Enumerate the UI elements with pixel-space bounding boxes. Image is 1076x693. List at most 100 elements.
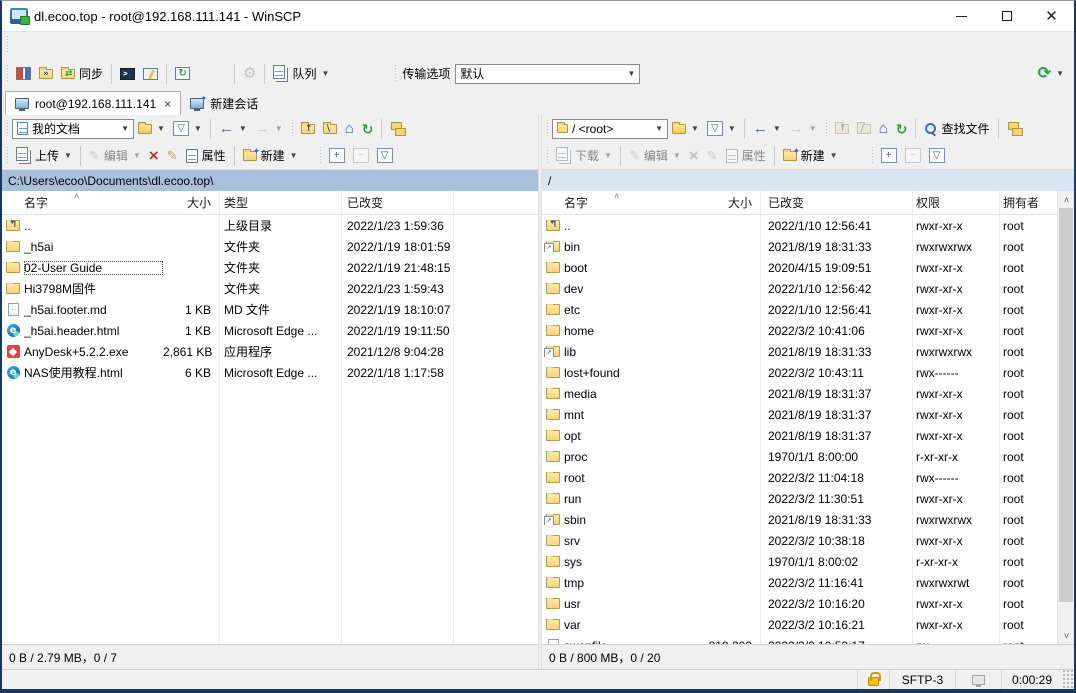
new-button[interactable]: ✦新建▼: [779, 144, 842, 167]
file-row[interactable]: _h5ai.header.html 1 KB Microsoft Edge ..…: [2, 320, 538, 341]
file-row[interactable]: mnt 2021/8/19 18:31:37 rwxr-xr-x root: [542, 404, 1057, 425]
menu-item[interactable]: [12, 32, 30, 58]
toolbar-gripper[interactable]: [824, 120, 829, 138]
toolbar-gripper[interactable]: [393, 65, 398, 83]
home-directory-button[interactable]: ⌂: [341, 118, 358, 139]
delete-button[interactable]: ×: [685, 146, 703, 165]
file-row[interactable]: run 2022/3/2 11:30:51 rwxr-xr-x root: [542, 488, 1057, 509]
file-row[interactable]: .. 2022/1/10 12:56:41 rwxr-xr-x root: [542, 215, 1057, 236]
new-session-tab[interactable]: 新建会话: [181, 91, 267, 115]
local-path-bar[interactable]: C:\Users\ecoo\Documents\dl.ecoo.top\: [2, 169, 538, 191]
toolbar-gripper[interactable]: [870, 147, 875, 165]
file-row[interactable]: var 2022/3/2 10:16:21 rwxr-xr-x root: [542, 614, 1057, 635]
file-row[interactable]: opt 2021/8/19 18:31:37 rwxr-xr-x root: [542, 425, 1057, 446]
select-files-button[interactable]: ▽: [925, 145, 949, 166]
synchronize-browsing-button[interactable]: »: [35, 66, 57, 82]
file-row[interactable]: bin 2021/8/19 18:31:33 rwxrwxrwx root: [542, 236, 1057, 257]
menu-item[interactable]: [120, 32, 138, 58]
column-header-type[interactable]: 类型: [219, 194, 341, 211]
find-files-button[interactable]: 查找文件: [920, 117, 993, 140]
open-terminal-button[interactable]: >: [116, 65, 139, 83]
parent-directory-button[interactable]: ↑: [297, 121, 319, 137]
remote-drive-select[interactable]: / <root>▼: [552, 119, 668, 139]
file-row[interactable]: 02-User Guide 文件夹 2022/1/19 21:48:15: [2, 257, 538, 278]
file-row[interactable]: Hi3798M固件 文件夹 2022/1/23 1:59:43: [2, 278, 538, 299]
toolbar-gripper[interactable]: [318, 147, 323, 165]
properties-button[interactable]: 属性: [182, 144, 230, 167]
select-button[interactable]: +: [325, 145, 349, 166]
open-putty-button[interactable]: [139, 65, 162, 83]
back-button[interactable]: ←▼: [749, 118, 785, 139]
toolbar-gripper[interactable]: [545, 147, 550, 165]
root-directory-button[interactable]: \: [319, 121, 341, 137]
back-button[interactable]: ←▼: [215, 118, 251, 139]
column-header-permissions[interactable]: 权限: [912, 194, 999, 211]
open-directory-button[interactable]: ▼: [668, 121, 703, 137]
parent-directory-button[interactable]: ↑: [831, 121, 853, 137]
remote-path-bar[interactable]: /: [542, 169, 1074, 191]
column-header-size[interactable]: 大小: [163, 194, 219, 211]
delete-button[interactable]: ×: [145, 146, 163, 165]
file-row[interactable]: sbin 2021/8/19 18:31:33 rwxrwxrwx root: [542, 509, 1057, 530]
file-row[interactable]: boot 2020/4/15 19:09:51 rwxr-xr-x root: [542, 257, 1057, 278]
scroll-up-icon[interactable]: ˄: [1058, 191, 1075, 208]
session-tab-active[interactable]: root@192.168.111.141 ×: [5, 91, 181, 115]
select-button[interactable]: +: [877, 145, 901, 166]
file-row[interactable]: NAS使用教程.html 6 KB Microsoft Edge ... 202…: [2, 362, 538, 383]
toolbar-gripper[interactable]: [5, 120, 10, 138]
file-row[interactable]: swapfile 819,200 2022/3/2 10:52:17 rw---…: [542, 635, 1057, 644]
home-directory-button[interactable]: ⌂: [875, 118, 892, 139]
tree-view-button[interactable]: [1003, 119, 1027, 139]
column-header-size[interactable]: 大小: [704, 194, 760, 211]
rename-button[interactable]: ✎: [163, 146, 182, 165]
edit-button[interactable]: ✎编辑▼: [625, 144, 685, 167]
edit-button[interactable]: ✎编辑▼: [85, 144, 145, 167]
filter-button[interactable]: ▽▼: [703, 118, 740, 139]
file-row[interactable]: sys 1970/1/1 8:00:02 r-xr-xr-x root: [542, 551, 1057, 572]
file-row[interactable]: usr 2022/3/2 10:16:20 rwxr-xr-x root: [542, 593, 1057, 614]
forward-button[interactable]: →▼: [251, 118, 287, 139]
refresh-button[interactable]: ↻: [358, 119, 378, 139]
file-row[interactable]: home 2022/3/2 10:41:06 rwxr-xr-x root: [542, 320, 1057, 341]
title-bar[interactable]: dl.ecoo.top - root@192.168.111.141 - Win…: [2, 1, 1074, 31]
rename-button[interactable]: ✎: [703, 146, 722, 165]
synchronize-color-button[interactable]: ⟳▼: [1034, 63, 1068, 85]
menu-item[interactable]: [30, 32, 48, 58]
select-files-button[interactable]: ▽: [373, 145, 397, 166]
synchronize-button[interactable]: ⇄同步: [57, 62, 107, 85]
close-tab-icon[interactable]: ×: [164, 97, 171, 111]
forward-button[interactable]: →▼: [785, 118, 821, 139]
file-row[interactable]: lost+found 2022/3/2 10:43:11 rwx------ r…: [542, 362, 1057, 383]
unselect-button[interactable]: −: [901, 145, 925, 166]
new-button[interactable]: ✦新建▼: [239, 144, 302, 167]
preferences-button[interactable]: ⚙: [239, 63, 260, 84]
refresh-button[interactable]: ↻: [892, 119, 912, 139]
file-row[interactable]: etc 2022/1/10 12:56:41 rwxr-xr-x root: [542, 299, 1057, 320]
upload-button[interactable]: 上传▼: [12, 144, 76, 167]
file-row[interactable]: tmp 2022/3/2 11:16:41 rwxrwxrwt root: [542, 572, 1057, 593]
column-header-changed[interactable]: 已改变: [760, 194, 912, 211]
filter-button[interactable]: ▽▼: [169, 118, 206, 139]
unselect-button[interactable]: −: [349, 145, 373, 166]
remote-file-list[interactable]: .. 2022/1/10 12:56:41 rwxr-xr-x root bin…: [542, 215, 1057, 644]
file-row[interactable]: lib 2021/8/19 18:31:33 rwxrwxrwx root: [542, 341, 1057, 362]
menu-item[interactable]: [138, 32, 156, 58]
file-row[interactable]: srv 2022/3/2 10:38:18 rwxr-xr-x root: [542, 530, 1057, 551]
minimize-button[interactable]: [939, 1, 984, 31]
resize-grip[interactable]: [1062, 670, 1074, 689]
properties-button[interactable]: 属性: [722, 144, 770, 167]
scroll-down-icon[interactable]: ˅: [1058, 627, 1075, 644]
local-file-list[interactable]: .. 上级目录 2022/1/23 1:59:36 _h5ai 文件夹 2022…: [2, 215, 538, 644]
toolbar-gripper[interactable]: [5, 147, 10, 165]
toolbar-gripper[interactable]: [5, 65, 10, 83]
refresh-session-button[interactable]: ↻: [171, 64, 194, 83]
column-header-changed[interactable]: 已改变: [341, 194, 538, 211]
file-row[interactable]: .. 上级目录 2022/1/23 1:59:36: [2, 215, 538, 236]
vertical-scrollbar[interactable]: ˄ ˅: [1057, 191, 1074, 644]
menu-item[interactable]: [84, 32, 102, 58]
toolbar-gripper[interactable]: [5, 36, 10, 54]
menu-item[interactable]: [102, 32, 120, 58]
menu-item[interactable]: [66, 32, 84, 58]
file-row[interactable]: proc 1970/1/1 8:00:00 r-xr-xr-x root: [542, 446, 1057, 467]
file-row[interactable]: _h5ai 文件夹 2022/1/19 18:01:59: [2, 236, 538, 257]
